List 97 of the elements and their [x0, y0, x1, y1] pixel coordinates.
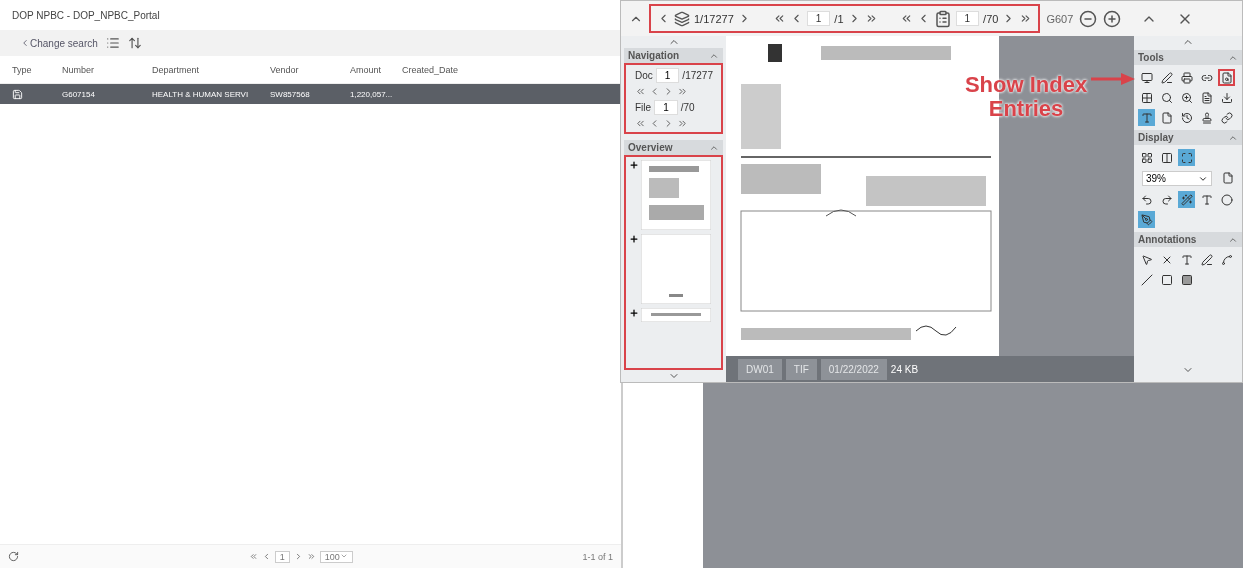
change-search-link[interactable]: Change search [20, 37, 98, 49]
zoom-in-icon[interactable] [1103, 9, 1122, 28]
result-count: 1-1 of 1 [582, 551, 613, 562]
tool-button[interactable] [1138, 211, 1155, 228]
panel-title: Tools [1138, 52, 1164, 63]
fit-page-icon [1180, 151, 1193, 164]
document-id: G607 [1046, 12, 1074, 25]
page-field[interactable]: 1 [806, 11, 831, 26]
back-icon [20, 38, 30, 48]
column-header[interactable]: Amount [350, 64, 402, 75]
monitor-icon [1140, 71, 1153, 84]
text-icon [1200, 193, 1213, 206]
plus-icon [629, 160, 639, 170]
page-thumbnail[interactable] [641, 234, 711, 304]
tool-button[interactable] [1218, 191, 1235, 208]
circle-icon [1220, 193, 1233, 206]
history-icon [1180, 111, 1193, 124]
curve-icon [1220, 253, 1233, 266]
table-cell: 1,220,057... [350, 89, 393, 99]
page-thumbnail[interactable] [641, 308, 711, 322]
document-counter: 1/17277 [694, 12, 734, 25]
list-view-icon[interactable] [105, 36, 120, 50]
page-field[interactable]: 1 [274, 550, 290, 563]
tool-button[interactable] [1218, 69, 1235, 86]
stamp-icon [1200, 111, 1213, 124]
table-cell: SW857568 [270, 89, 310, 99]
first-file-icon[interactable] [635, 118, 646, 129]
pointer-icon [1140, 253, 1153, 266]
columns-icon [1160, 151, 1173, 164]
chain-icon [1220, 111, 1233, 124]
tool-button[interactable] [1218, 109, 1235, 126]
file-size: 24 KB [890, 363, 919, 375]
index-entries-icon [1220, 71, 1233, 84]
document-total: /17277 [682, 70, 713, 81]
last-file-icon[interactable] [677, 118, 688, 129]
panel-title: Overview [628, 142, 673, 153]
wand-icon [1180, 193, 1193, 206]
download-icon [1220, 91, 1233, 104]
refresh-icon[interactable] [8, 551, 19, 562]
tool-button[interactable] [1178, 149, 1195, 166]
rotate-left-icon [1140, 193, 1153, 206]
last-page-icon[interactable] [306, 552, 316, 561]
column-header[interactable]: Vendor [270, 64, 350, 75]
column-header[interactable]: Type [12, 64, 62, 75]
field-label: File [635, 102, 652, 113]
panel-title: Display [1138, 132, 1174, 143]
search-icon [1160, 91, 1173, 104]
file-field[interactable]: 1 [955, 11, 980, 26]
line-icon [1140, 273, 1153, 286]
page-total: /1 [834, 12, 844, 25]
layers-icon[interactable] [674, 10, 690, 27]
page-title: DOP NPBC - DOP_NPBC_Portal [11, 8, 161, 23]
page-icon [1221, 171, 1234, 184]
rotate-right-icon [1160, 193, 1173, 206]
filled-square-icon [1180, 273, 1193, 286]
result-row[interactable]: G607154 HEALTH & HUMAN SERVI SW857568 1,220,057... [0, 84, 621, 104]
text-icon [1140, 111, 1153, 124]
plus-icon [629, 234, 639, 244]
panel-title: Annotations [1138, 234, 1197, 245]
first-document-icon[interactable] [635, 86, 646, 97]
tool-button[interactable] [1178, 69, 1195, 86]
grid-icon [1140, 91, 1153, 104]
info-chip: TIF [785, 358, 817, 380]
sort-icon[interactable] [127, 36, 142, 50]
column-header[interactable]: Department [152, 64, 270, 75]
pen-icon [1200, 253, 1213, 266]
last-document-icon[interactable] [677, 86, 688, 97]
page-thumbnail[interactable] [641, 160, 711, 230]
info-chip: DW01 [738, 358, 782, 380]
panel-title: Navigation [628, 50, 680, 61]
callout-arrow [1091, 72, 1135, 86]
table-cell: HEALTH & HUMAN SERVI [152, 89, 249, 99]
document-field[interactable]: 1 [655, 68, 680, 83]
zoom-select[interactable]: 39% [1142, 171, 1212, 186]
tool-button[interactable] [1198, 251, 1215, 268]
table-cell: G607154 [62, 89, 95, 99]
file-field[interactable]: 1 [654, 100, 678, 115]
field-label: Doc [635, 70, 653, 81]
page-icon [1160, 111, 1173, 124]
tool-button[interactable] [1158, 69, 1175, 86]
file-total: /70 [680, 102, 695, 113]
text-icon [1180, 253, 1193, 266]
info-chip: 01/22/2022 [820, 358, 887, 380]
tool-button[interactable] [1178, 191, 1195, 208]
column-header[interactable]: Number [62, 64, 152, 75]
page-size-select[interactable]: 100 [319, 550, 353, 563]
pen-icon [1140, 213, 1153, 226]
pen-icon [1160, 71, 1173, 84]
printer-icon [1180, 71, 1193, 84]
plus-icon [629, 308, 639, 318]
zoom-in-icon [1180, 91, 1193, 104]
column-header[interactable]: Created_Date [402, 64, 478, 75]
clipboard-icon[interactable] [933, 9, 952, 28]
file-total: /70 [983, 12, 999, 25]
zoom-out-icon[interactable] [1079, 9, 1098, 28]
thumbnail-grid-icon [1140, 151, 1153, 164]
square-icon [1160, 273, 1173, 286]
